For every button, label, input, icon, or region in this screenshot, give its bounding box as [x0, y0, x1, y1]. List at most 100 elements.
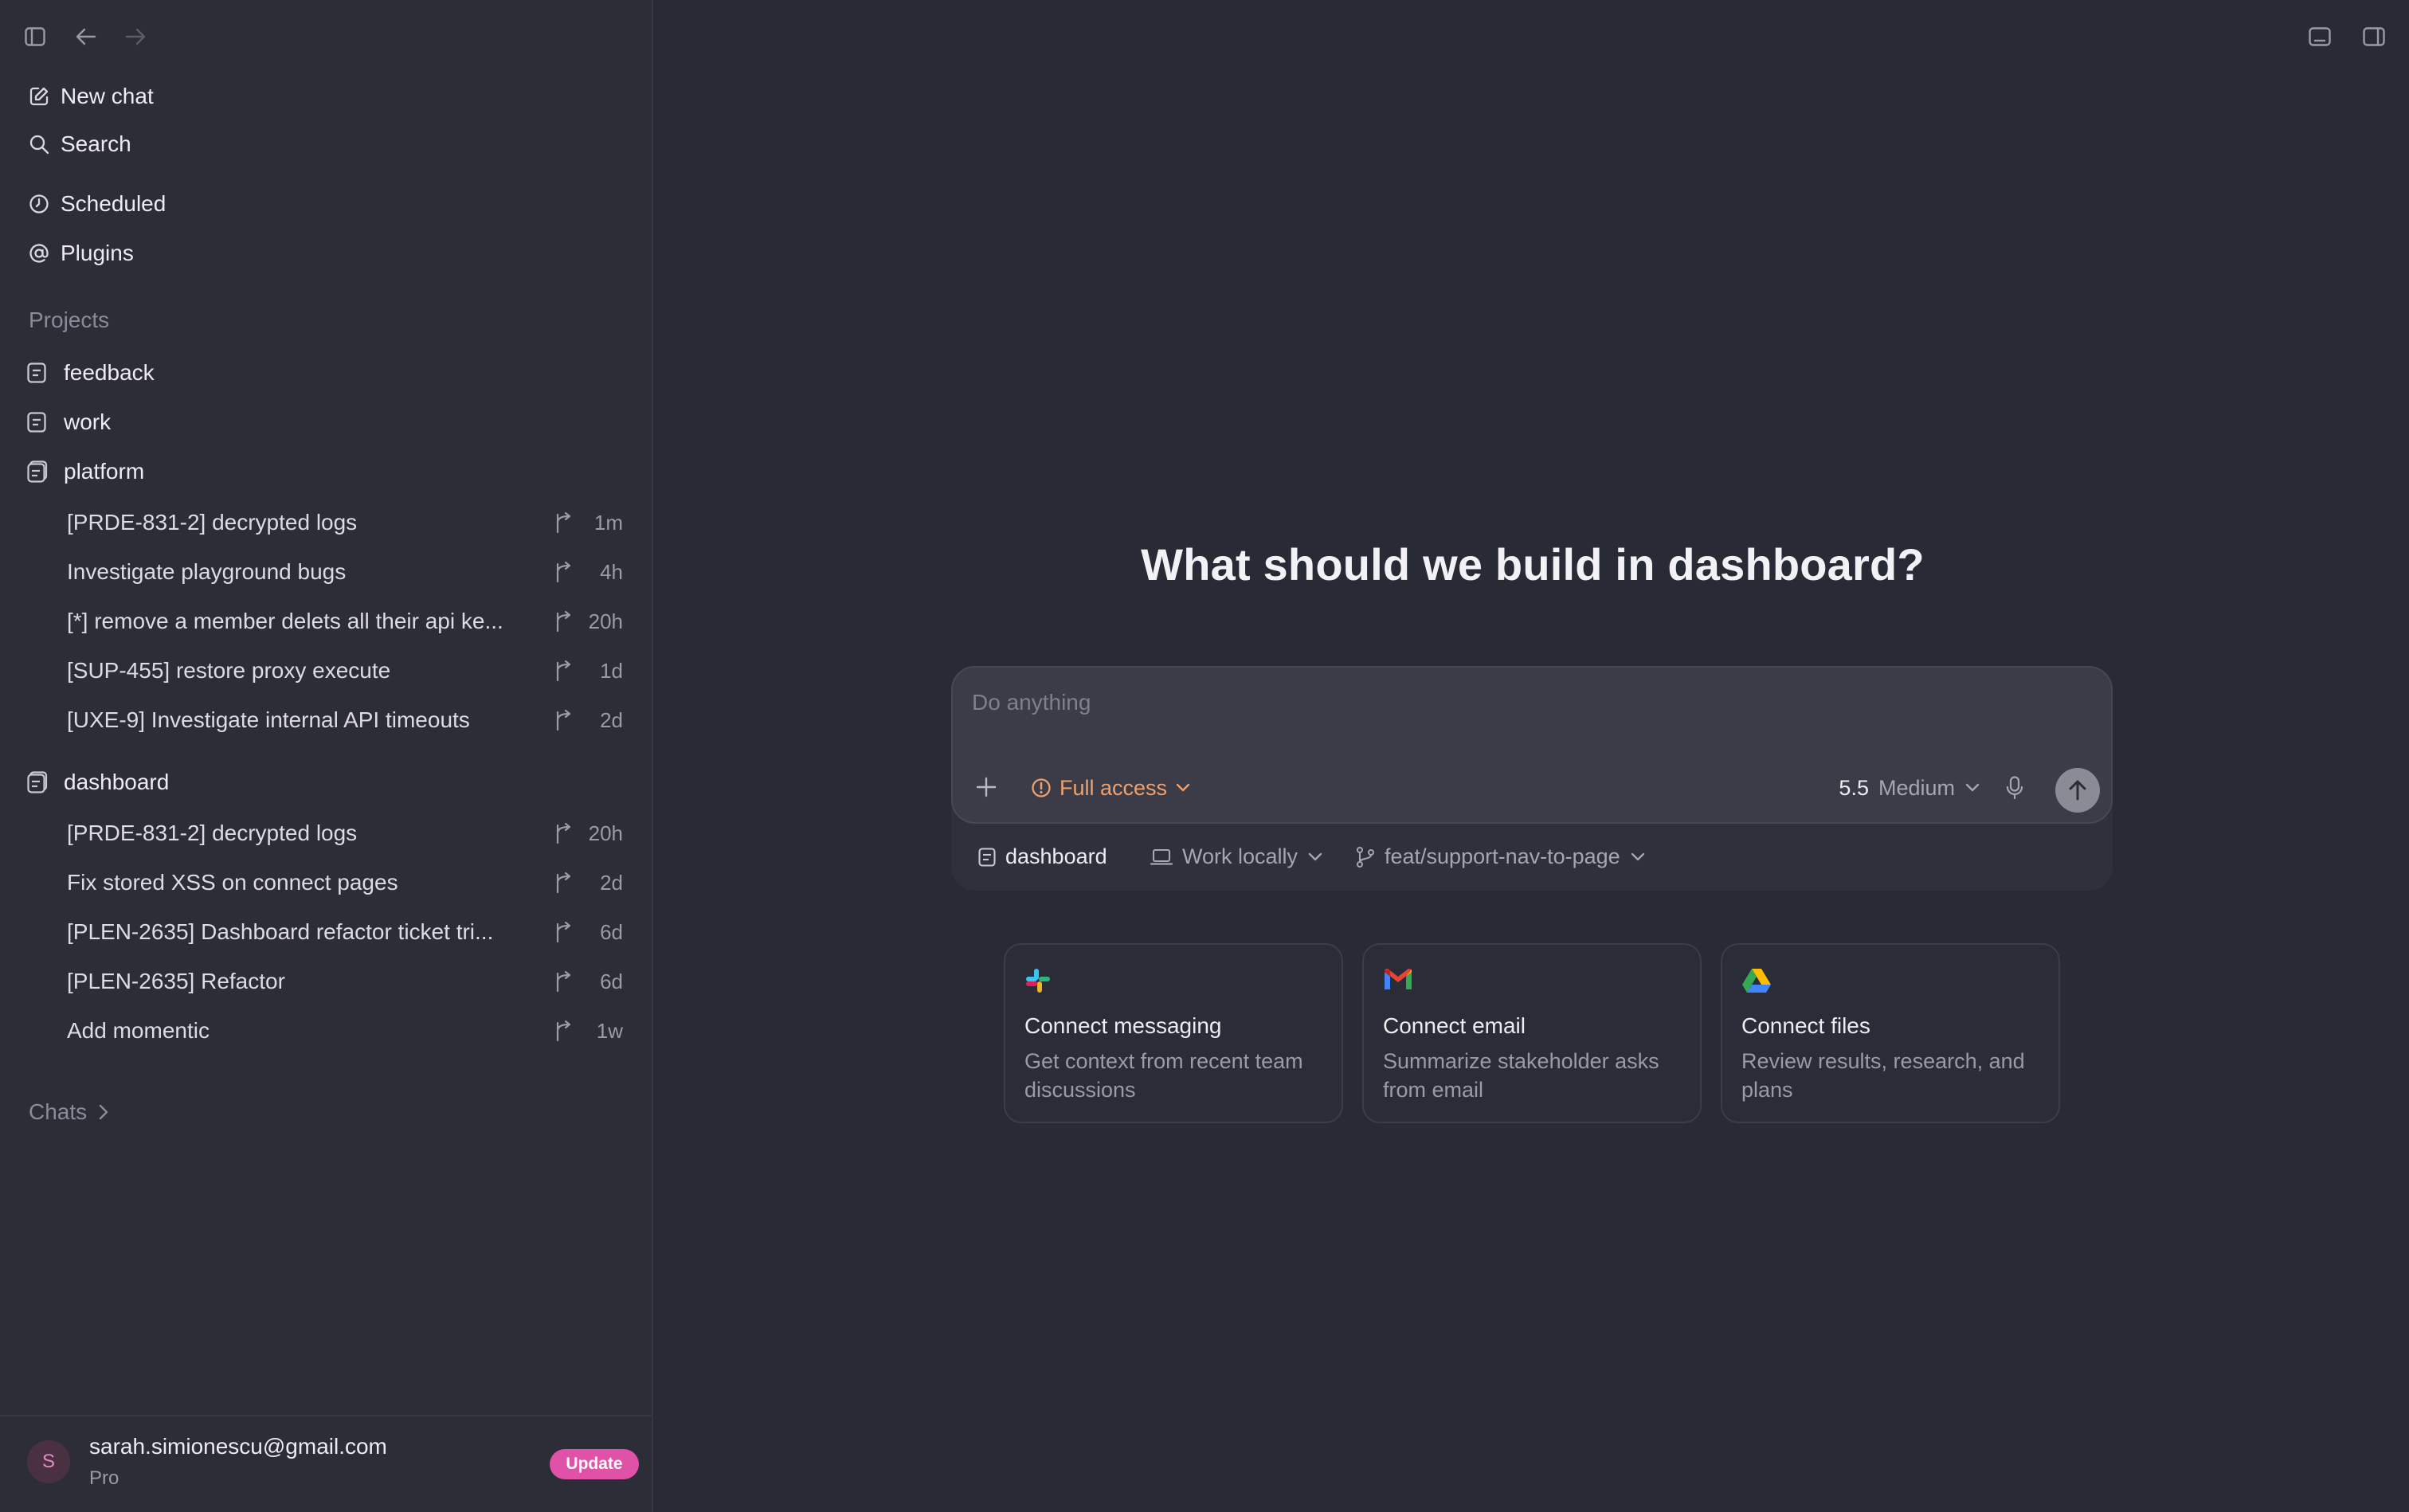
card-title: Connect email [1383, 1013, 1526, 1038]
microphone-button[interactable] [2001, 774, 2028, 801]
thread-title: Investigate playground bugs [67, 559, 347, 584]
thread-title: [PRDE-831-2] decrypted logs [67, 510, 358, 535]
thread-item[interactable]: [PLEN-2635] Refactor 6d [19, 959, 633, 1004]
thread-item[interactable]: [PLEN-2635] Dashboard refactor ticket tr… [19, 910, 633, 954]
card-description: Summarize stakeholder asks from email [1383, 1049, 1659, 1102]
bottom-panel-toggle-icon[interactable] [2305, 22, 2334, 51]
thread-title: [PLEN-2635] Refactor [67, 969, 285, 993]
thread-time: 1d [600, 658, 623, 683]
thread-time: 1m [593, 510, 623, 535]
add-attachment-button[interactable] [970, 771, 1002, 803]
composer-container: Do anything Full access 5.5 Medium dashb… [951, 666, 2113, 891]
project-label: platform [64, 459, 145, 484]
context-bar: dashboard Work locally feat/support-nav-… [951, 830, 2113, 891]
clock-icon [19, 194, 61, 214]
branch-icon [554, 660, 575, 682]
plus-icon [976, 777, 997, 797]
project-feedback[interactable]: feedback [19, 351, 633, 395]
right-panel-toggle-icon[interactable] [2360, 22, 2388, 51]
card-description: Review results, research, and plans [1741, 1049, 2025, 1102]
thread-title: Fix stored XSS on connect pages [67, 870, 398, 895]
thread-item[interactable]: [PRDE-831-2] decrypted logs 20h [19, 811, 633, 856]
send-button[interactable] [2055, 768, 2100, 813]
page-title: What should we build in dashboard? [1141, 539, 1925, 590]
sidebar: New chat Search Scheduled Plugins Projec… [0, 0, 653, 1512]
project-folder-icon [19, 412, 64, 433]
laptop-icon [1150, 848, 1173, 866]
account-plan: Pro [89, 1467, 119, 1489]
search-button[interactable]: Search [19, 122, 633, 166]
slack-icon [1024, 967, 1052, 994]
thread-title: Add momentic [67, 1018, 210, 1043]
connect-email-card[interactable]: Connect email Summarize stakeholder asks… [1362, 943, 1702, 1123]
account-email: sarah.simionescu@gmail.com [89, 1434, 387, 1459]
branch-icon [554, 872, 575, 894]
project-folder-open-icon [19, 771, 64, 793]
back-arrow-icon[interactable] [72, 22, 100, 51]
git-branch-icon [1356, 846, 1375, 868]
model-selector[interactable]: 5.5 Medium [1839, 773, 1980, 803]
project-context-selector[interactable]: dashboard [978, 844, 1107, 869]
chevron-down-icon [1630, 852, 1646, 863]
search-icon [19, 134, 61, 155]
project-label: dashboard [64, 770, 170, 794]
thread-item[interactable]: Add momentic 1w [19, 1009, 633, 1053]
chevron-down-icon [1175, 782, 1191, 793]
plugins-button[interactable]: Plugins [19, 231, 633, 276]
project-label: work [64, 409, 112, 434]
thread-item[interactable]: Fix stored XSS on connect pages 2d [19, 860, 633, 905]
access-label: Full access [1060, 775, 1168, 800]
branch-icon [554, 1020, 575, 1042]
gmail-icon [1383, 967, 1413, 991]
access-dropdown[interactable]: Full access [1031, 773, 1191, 803]
thread-title: [*] remove a member delets all their api… [67, 609, 503, 633]
toggle-sidebar-icon[interactable] [21, 22, 49, 51]
thread-time: 1w [596, 1018, 623, 1043]
model-effort: Medium [1878, 775, 1955, 800]
thread-time: 4h [600, 559, 623, 584]
thread-time: 20h [588, 821, 623, 845]
compose-icon [19, 86, 61, 107]
connect-messaging-card[interactable]: Connect messaging Get context from recen… [1004, 943, 1343, 1123]
card-title: Connect files [1741, 1013, 1870, 1038]
chats-section-toggle[interactable]: Chats [29, 1099, 109, 1125]
thread-item[interactable]: [PRDE-831-2] decrypted logs 1m [19, 500, 633, 545]
thread-time: 2d [600, 870, 623, 895]
new-chat-button[interactable]: New chat [19, 74, 633, 119]
connect-files-card[interactable]: Connect files Review results, research, … [1721, 943, 2060, 1123]
update-button[interactable]: Update [550, 1449, 639, 1479]
account-section[interactable]: S sarah.simionescu@gmail.com Pro Update [0, 1415, 652, 1512]
chevron-down-icon [1307, 852, 1323, 863]
scheduled-button[interactable]: Scheduled [19, 182, 633, 226]
card-description: Get context from recent team discussions [1024, 1049, 1303, 1102]
work-mode-label: Work locally [1182, 844, 1299, 868]
thread-title: [SUP-455] restore proxy execute [67, 658, 391, 683]
chats-label: Chats [29, 1099, 88, 1124]
drive-icon [1741, 967, 1772, 994]
thread-item[interactable]: [SUP-455] restore proxy execute 1d [19, 648, 633, 693]
branch-icon [554, 921, 575, 943]
branch-icon [554, 970, 575, 993]
thread-time: 6d [600, 919, 623, 944]
project-dashboard[interactable]: dashboard [19, 760, 633, 805]
thread-item[interactable]: Investigate playground bugs 4h [19, 550, 633, 594]
project-work[interactable]: work [19, 400, 633, 445]
warning-circle-icon [1031, 778, 1052, 798]
project-platform[interactable]: platform [19, 449, 633, 494]
forward-arrow-icon[interactable] [121, 22, 150, 51]
thread-time: 2d [600, 707, 623, 732]
arrow-up-icon [2069, 780, 2086, 801]
scheduled-label: Scheduled [61, 191, 166, 216]
thread-time: 20h [588, 609, 623, 633]
thread-time: 6d [600, 969, 623, 993]
thread-item[interactable]: [UXE-9] Investigate internal API timeout… [19, 698, 633, 742]
branch-dropdown[interactable]: feat/support-nav-to-page [1356, 844, 1646, 869]
thread-item[interactable]: [*] remove a member delets all their api… [19, 599, 633, 644]
projects-section-label: Projects [29, 307, 110, 332]
prompt-input[interactable]: Do anything [972, 690, 1091, 715]
work-mode-dropdown[interactable]: Work locally [1150, 844, 1323, 869]
avatar: S [27, 1440, 70, 1483]
composer[interactable]: Do anything Full access 5.5 Medium [951, 666, 2113, 824]
thread-title: [PRDE-831-2] decrypted logs [67, 821, 358, 845]
branch-icon [554, 822, 575, 844]
